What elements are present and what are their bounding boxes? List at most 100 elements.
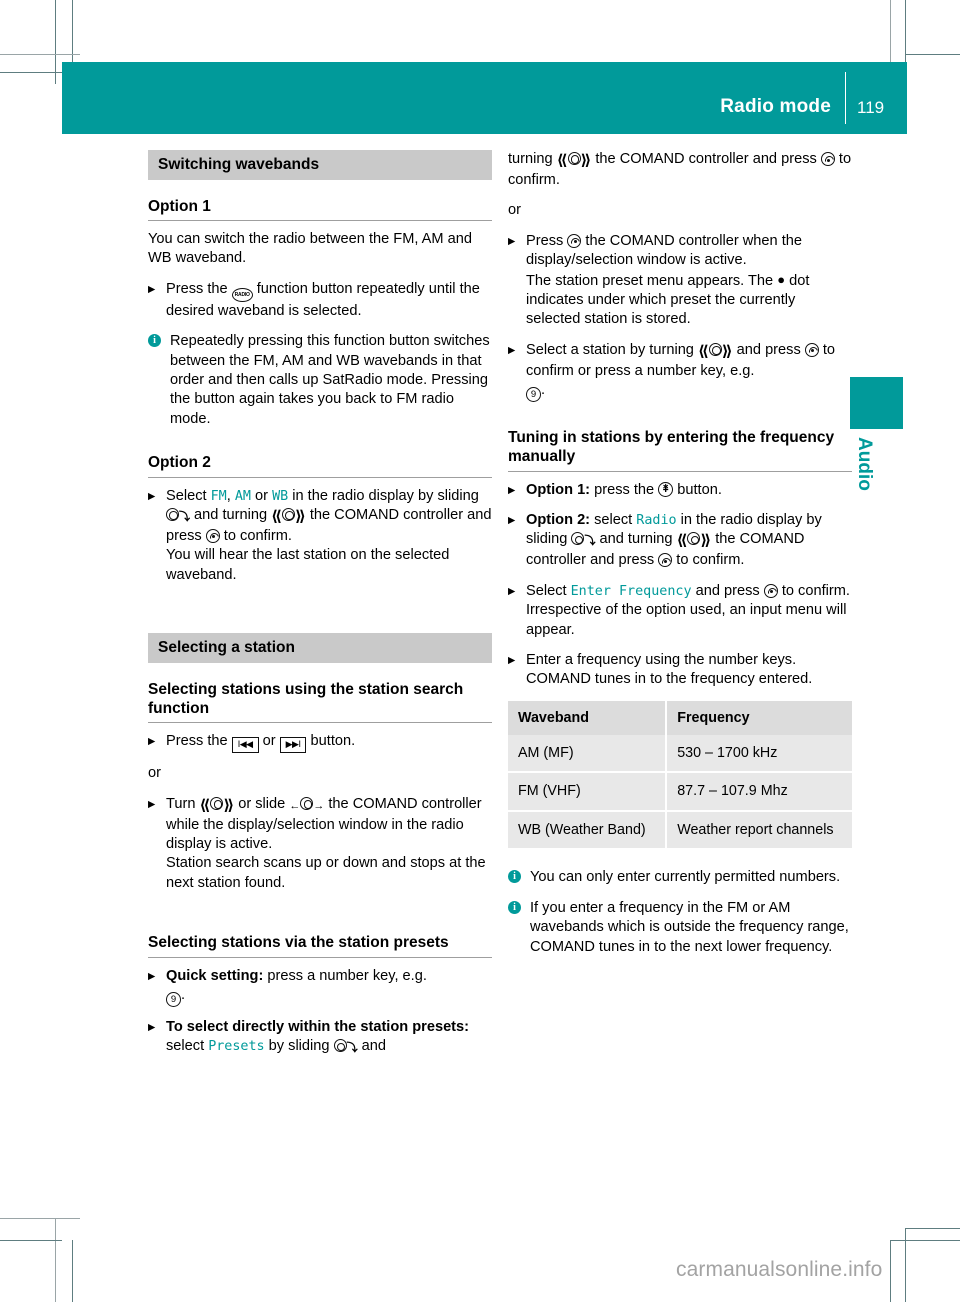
paragraph-intro: You can switch the radio between the FM,… (148, 231, 472, 267)
preset-dot-icon: ● (777, 271, 786, 287)
press-controller-icon (658, 553, 673, 568)
section-banner-switching-wavebands: Switching wavebands (148, 150, 492, 180)
display-term-am: AM (234, 488, 251, 504)
step-label: Option 2: (526, 511, 591, 528)
step-text-3: and turning (595, 531, 677, 548)
note-permitted-numbers: i You can only enter currently permitted… (508, 868, 852, 887)
period: . (181, 986, 186, 1003)
result-a: The station preset menu appears. The (526, 272, 778, 289)
heading-station-presets: Selecting stations via the station prese… (148, 934, 449, 952)
conj: or (258, 733, 280, 750)
press-controller-icon (820, 152, 835, 166)
step-key-line: 9. (526, 381, 852, 403)
step-select-station: Select a station by turning ⟪⟫ and press… (508, 341, 852, 403)
step-press-skip-button: Press the I◀◀ or ▶▶I button. (148, 732, 492, 754)
number-key-9-icon: 9 (526, 387, 541, 403)
arrow-down-icon: ⤵ (346, 1042, 358, 1055)
step-result: Irrespective of the option used, an inpu… (526, 602, 847, 638)
crop-mark-top-right-h (905, 54, 960, 55)
table-cell-waveband: WB (Weather Band) (508, 809, 668, 849)
press-controller-icon (804, 342, 819, 357)
step-text-3: and (357, 1038, 386, 1055)
step-text-5: to confirm. (672, 552, 745, 569)
slide-pad-icon (166, 507, 179, 521)
note-out-of-range: i If you enter a frequency in the FM or … (508, 899, 852, 957)
step-label: Option 1: (526, 481, 591, 498)
step-text: Select (526, 582, 571, 599)
paragraph-continuation: turning ⟪ ⟫ the COMAND controller and pre… (508, 150, 852, 190)
step-result: COMAND tunes in to the frequency entered… (526, 671, 813, 688)
watermark: carmanualsonline.info (676, 1258, 883, 1281)
crop-mark-top-left-v2 (72, 0, 73, 62)
step-text-2: by sliding (264, 1038, 334, 1055)
step-select-waveband: Select FM, AM or WB in the radio display… (148, 487, 492, 586)
step-text: press a number key, e.g. (263, 967, 427, 984)
conj: or (250, 487, 273, 504)
step-text: select (590, 511, 637, 528)
step-text: Press the (166, 733, 232, 750)
turn-controller-icon: ⟪ ⟫ (697, 341, 733, 360)
press-controller-icon (567, 233, 582, 248)
star-hash-button-icon: ✱ ✚ (658, 481, 674, 497)
step-text-3: to confirm. (777, 582, 850, 599)
page-title: Radio mode (720, 96, 831, 117)
display-term-presets: Presets (208, 1039, 265, 1055)
press-controller-icon (205, 528, 220, 543)
section-banner-selecting-station: Selecting a station (148, 633, 492, 663)
step-text-2: button. (306, 733, 356, 750)
crop-mark-bottom-left-h2 (0, 1218, 80, 1219)
step-text-3: and turning (190, 506, 272, 523)
step-text: Select (166, 487, 211, 504)
header-divider (845, 72, 846, 124)
slide-pad-icon (571, 532, 585, 546)
crop-mark-bottom-left-v (72, 1240, 73, 1302)
step-option-2: Option 2: select Radio in the radio disp… (508, 511, 852, 571)
step-text: Turn (166, 795, 200, 812)
table-header-waveband: Waveband (508, 700, 668, 735)
crop-mark-top-left-h (0, 54, 80, 55)
alternative-or-label: or (148, 765, 161, 782)
heading-rule-3 (148, 722, 492, 724)
heading-option-1: Option 1 (148, 197, 211, 215)
heading-option-2: Option 2 (148, 454, 211, 472)
table-cell-waveband: FM (VHF) (508, 771, 668, 811)
step-press-controller: Press the COMAND controller when the dis… (508, 232, 852, 330)
press-controller-icon (763, 583, 778, 598)
step-text: Press (526, 232, 568, 249)
step-text: Enter a frequency using the number keys. (526, 651, 797, 668)
info-icon: i (148, 334, 161, 348)
display-term-enter-frequency: Enter Frequency (570, 583, 692, 599)
section-tab-block (850, 377, 903, 429)
step-text: select (166, 1038, 209, 1055)
radio-function-button-icon: RADIO (231, 287, 253, 302)
text-b: the COMAND controller and press (591, 151, 821, 167)
table-row: FM (VHF) 87.7 – 107.9 Mhz (508, 771, 852, 811)
step-select-presets: To select directly within the station pr… (148, 1018, 492, 1057)
sep: , (226, 487, 235, 504)
table-cell-frequency: Weather report channels (666, 809, 852, 849)
step-text-2: button. (673, 481, 722, 498)
note-text: Repeatedly pressing this function button… (170, 333, 490, 427)
alternative-or-label: or (508, 202, 521, 219)
step-text-2: and press (691, 582, 764, 599)
table-cell-waveband: AM (MF) (508, 734, 668, 773)
arrow-left-icon: ← (289, 799, 301, 812)
step-text-5: to confirm. (219, 527, 292, 544)
step-result: The station preset menu appears. The ● d… (526, 271, 852, 330)
step-text-2: and press (732, 341, 805, 358)
step-result: You will hear the last station on the se… (166, 547, 450, 583)
info-icon: i (508, 900, 521, 914)
step-text-2: in the radio display by sliding (288, 487, 479, 504)
period: . (541, 382, 546, 399)
table-cell-frequency: 530 – 1700 kHz (666, 734, 852, 773)
note-text: If you enter a frequency in the FM or AM… (530, 899, 849, 955)
page-number: 119 (857, 98, 885, 117)
crop-mark-bottom-left-v2 (55, 1218, 56, 1302)
heading-rule (148, 220, 492, 222)
skip-back-button-icon: I◀◀ (231, 737, 259, 754)
crop-mark-top-left-h2 (0, 72, 62, 73)
turn-controller-icon: ⟪ ⟫ (199, 795, 235, 814)
turn-controller-icon: ⟪ ⟫ (676, 531, 712, 550)
step-enter-frequency: Enter a frequency using the number keys.… (508, 651, 852, 690)
table-row: AM (MF) 530 – 1700 kHz (508, 734, 852, 773)
